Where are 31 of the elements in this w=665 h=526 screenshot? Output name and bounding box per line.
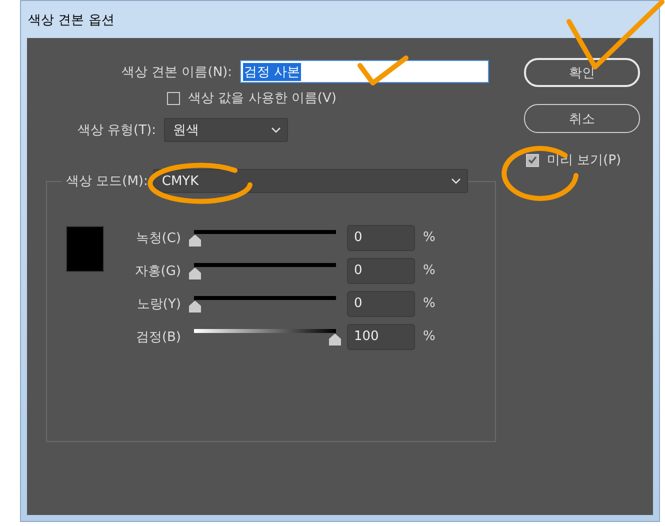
value-input-field[interactable]: 0 [347, 224, 415, 250]
chevron-down-icon [450, 178, 461, 184]
channel-label: 검정(B) [134, 328, 181, 346]
value-input-field[interactable]: 100 [347, 324, 415, 350]
name-input-field[interactable]: 검정 사본 [240, 60, 489, 83]
selected-text: 검정 사본 [243, 62, 302, 80]
unit-label: % [423, 296, 436, 311]
slider-thumb[interactable] [189, 268, 201, 280]
channel-label: 자홍(G) [134, 262, 181, 280]
value-input-field[interactable]: 0 [347, 258, 415, 284]
unit-label: % [423, 263, 436, 278]
checkmark-drawing [358, 56, 408, 86]
chevron-down-icon [271, 127, 281, 133]
dialog-button[interactable]: 취소 [524, 104, 640, 133]
mode-dropdown[interactable]: CMYK [152, 169, 468, 193]
checkbox[interactable] [167, 92, 180, 104]
channel-label: 노랑(Y) [136, 296, 181, 312]
checkbox[interactable] [526, 154, 539, 166]
field-label: 색상 유형(T): [76, 122, 156, 139]
field-label: 색상 견본 이름(N): [120, 64, 232, 80]
slider-thumb[interactable] [329, 334, 341, 346]
window-title: 색상 견본 옵션 [28, 12, 114, 28]
slider-thumb[interactable] [189, 300, 201, 312]
value-input-field[interactable]: 0 [347, 290, 415, 316]
dialog-button[interactable]: 확인 [524, 58, 640, 87]
type-dropdown[interactable]: 원색 [164, 118, 288, 142]
channel-label: 녹청(C) [134, 230, 181, 246]
unit-label: % [423, 230, 436, 245]
checkbox-label: 색상 값을 사용한 이름(V) [188, 90, 336, 107]
unit-label: % [423, 329, 436, 344]
slider-thumb[interactable] [189, 234, 201, 246]
